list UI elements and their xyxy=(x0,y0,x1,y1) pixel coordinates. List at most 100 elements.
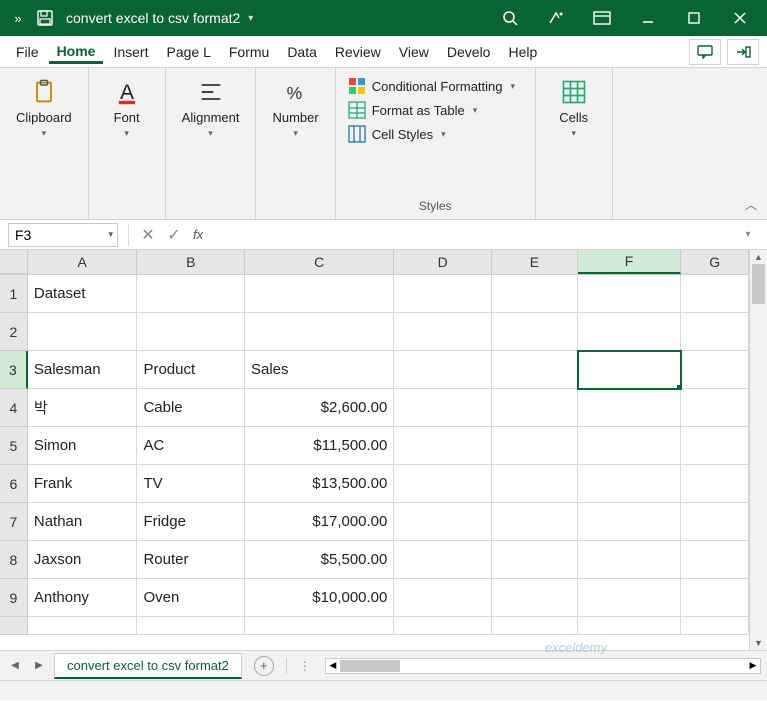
cell[interactable] xyxy=(137,313,245,351)
cancel-formula-button[interactable]: ✕ xyxy=(135,222,161,248)
cell[interactable]: Jaxson xyxy=(28,541,138,579)
tab-help[interactable]: Help xyxy=(500,40,545,64)
cell[interactable]: Nathan xyxy=(28,503,138,541)
cell[interactable] xyxy=(681,503,749,541)
document-title[interactable]: convert excel to csv format2 xyxy=(58,10,248,26)
tab-data[interactable]: Data xyxy=(279,40,325,64)
cell[interactable] xyxy=(137,617,245,635)
cell[interactable] xyxy=(681,579,749,617)
cell[interactable] xyxy=(394,579,492,617)
cell[interactable]: Product xyxy=(137,351,245,389)
cell[interactable]: Frank xyxy=(28,465,138,503)
comments-button[interactable] xyxy=(689,39,721,65)
cell[interactable]: Simon xyxy=(28,427,138,465)
cell[interactable] xyxy=(394,427,492,465)
share-button[interactable] xyxy=(727,39,759,65)
column-header[interactable]: C xyxy=(245,250,394,274)
cell[interactable]: $2,600.00 xyxy=(245,389,394,427)
cell[interactable] xyxy=(578,503,682,541)
cell[interactable] xyxy=(492,351,578,389)
cell[interactable]: Sales xyxy=(245,351,394,389)
cell[interactable]: 박 xyxy=(28,389,138,427)
collapse-ribbon-icon[interactable]: ︿ xyxy=(745,196,757,213)
cell-styles-button[interactable]: Cell Styles ▾ xyxy=(344,122,519,146)
alignment-button[interactable]: Alignment ▾ xyxy=(174,74,248,143)
search-button[interactable] xyxy=(487,0,533,36)
cell[interactable] xyxy=(492,427,578,465)
cell[interactable] xyxy=(578,465,682,503)
cell[interactable] xyxy=(245,313,394,351)
cell[interactable] xyxy=(394,465,492,503)
row-header[interactable]: 7 xyxy=(0,503,28,541)
cell[interactable] xyxy=(492,275,578,313)
column-header[interactable]: A xyxy=(28,250,138,274)
tab-page-l[interactable]: Page L xyxy=(158,40,218,64)
row-header[interactable]: 6 xyxy=(0,465,28,503)
grid[interactable]: ABCDEFG 1Dataset23SalesmanProductSales4박… xyxy=(0,250,749,650)
cell[interactable] xyxy=(578,579,682,617)
cell[interactable]: Salesman xyxy=(28,351,138,389)
row-header[interactable]: 3 xyxy=(0,351,28,389)
cell[interactable] xyxy=(492,313,578,351)
title-dropdown-icon[interactable]: ▾ xyxy=(248,13,253,24)
cell[interactable]: $10,000.00 xyxy=(245,579,394,617)
cell[interactable] xyxy=(394,389,492,427)
expand-formula-bar-icon[interactable]: ▾ xyxy=(737,229,759,240)
cell[interactable] xyxy=(578,617,682,635)
cell[interactable]: TV xyxy=(137,465,245,503)
conditional-formatting-button[interactable]: Conditional Formatting ▾ xyxy=(344,74,519,98)
cell[interactable] xyxy=(394,503,492,541)
tab-formu[interactable]: Formu xyxy=(221,40,277,64)
cell[interactable]: Oven xyxy=(137,579,245,617)
cell[interactable]: $17,000.00 xyxy=(245,503,394,541)
cell[interactable] xyxy=(394,275,492,313)
close-button[interactable] xyxy=(717,0,763,36)
cell[interactable] xyxy=(28,313,138,351)
cell[interactable] xyxy=(492,541,578,579)
cell[interactable] xyxy=(681,465,749,503)
cell[interactable] xyxy=(492,579,578,617)
row-header[interactable] xyxy=(0,617,28,635)
cell[interactable] xyxy=(245,617,394,635)
select-all-corner[interactable] xyxy=(0,250,28,274)
cell[interactable] xyxy=(394,313,492,351)
scroll-thumb[interactable] xyxy=(752,264,765,304)
cell[interactable] xyxy=(681,541,749,579)
cell[interactable] xyxy=(492,503,578,541)
vertical-scrollbar[interactable]: ▲ ▼ xyxy=(749,250,767,650)
cell[interactable] xyxy=(578,427,682,465)
cell[interactable] xyxy=(492,617,578,635)
cell[interactable] xyxy=(394,541,492,579)
cell[interactable]: Router xyxy=(137,541,245,579)
number-button[interactable]: % Number ▾ xyxy=(264,74,326,143)
ribbon-more[interactable] xyxy=(613,68,631,219)
tab-insert[interactable]: Insert xyxy=(105,40,156,64)
row-header[interactable]: 5 xyxy=(0,427,28,465)
cell[interactable] xyxy=(681,351,749,389)
cell[interactable] xyxy=(681,275,749,313)
row-header[interactable]: 4 xyxy=(0,389,28,427)
hscroll-thumb[interactable] xyxy=(340,660,400,672)
cell[interactable] xyxy=(681,389,749,427)
maximize-button[interactable] xyxy=(671,0,717,36)
cell[interactable]: Cable xyxy=(137,389,245,427)
cell[interactable] xyxy=(492,465,578,503)
column-header[interactable]: G xyxy=(681,250,749,274)
row-header[interactable]: 8 xyxy=(0,541,28,579)
cell[interactable] xyxy=(578,275,682,313)
cell[interactable]: $5,500.00 xyxy=(245,541,394,579)
cell[interactable] xyxy=(245,275,394,313)
chevron-down-icon[interactable]: ▾ xyxy=(108,229,113,240)
column-header[interactable]: B xyxy=(137,250,245,274)
tab-file[interactable]: File xyxy=(8,40,47,64)
scroll-left-icon[interactable]: ◀ xyxy=(326,659,340,673)
row-header[interactable]: 1 xyxy=(0,275,28,313)
sheet-nav-prev-icon[interactable]: ◀ xyxy=(6,657,24,675)
cell[interactable]: $13,500.00 xyxy=(245,465,394,503)
cell[interactable]: AC xyxy=(137,427,245,465)
mode-switch-button[interactable] xyxy=(533,0,579,36)
sheet-nav-next-icon[interactable]: ▶ xyxy=(30,657,48,675)
cell[interactable] xyxy=(681,617,749,635)
save-icon[interactable] xyxy=(32,5,58,31)
cell[interactable] xyxy=(394,617,492,635)
